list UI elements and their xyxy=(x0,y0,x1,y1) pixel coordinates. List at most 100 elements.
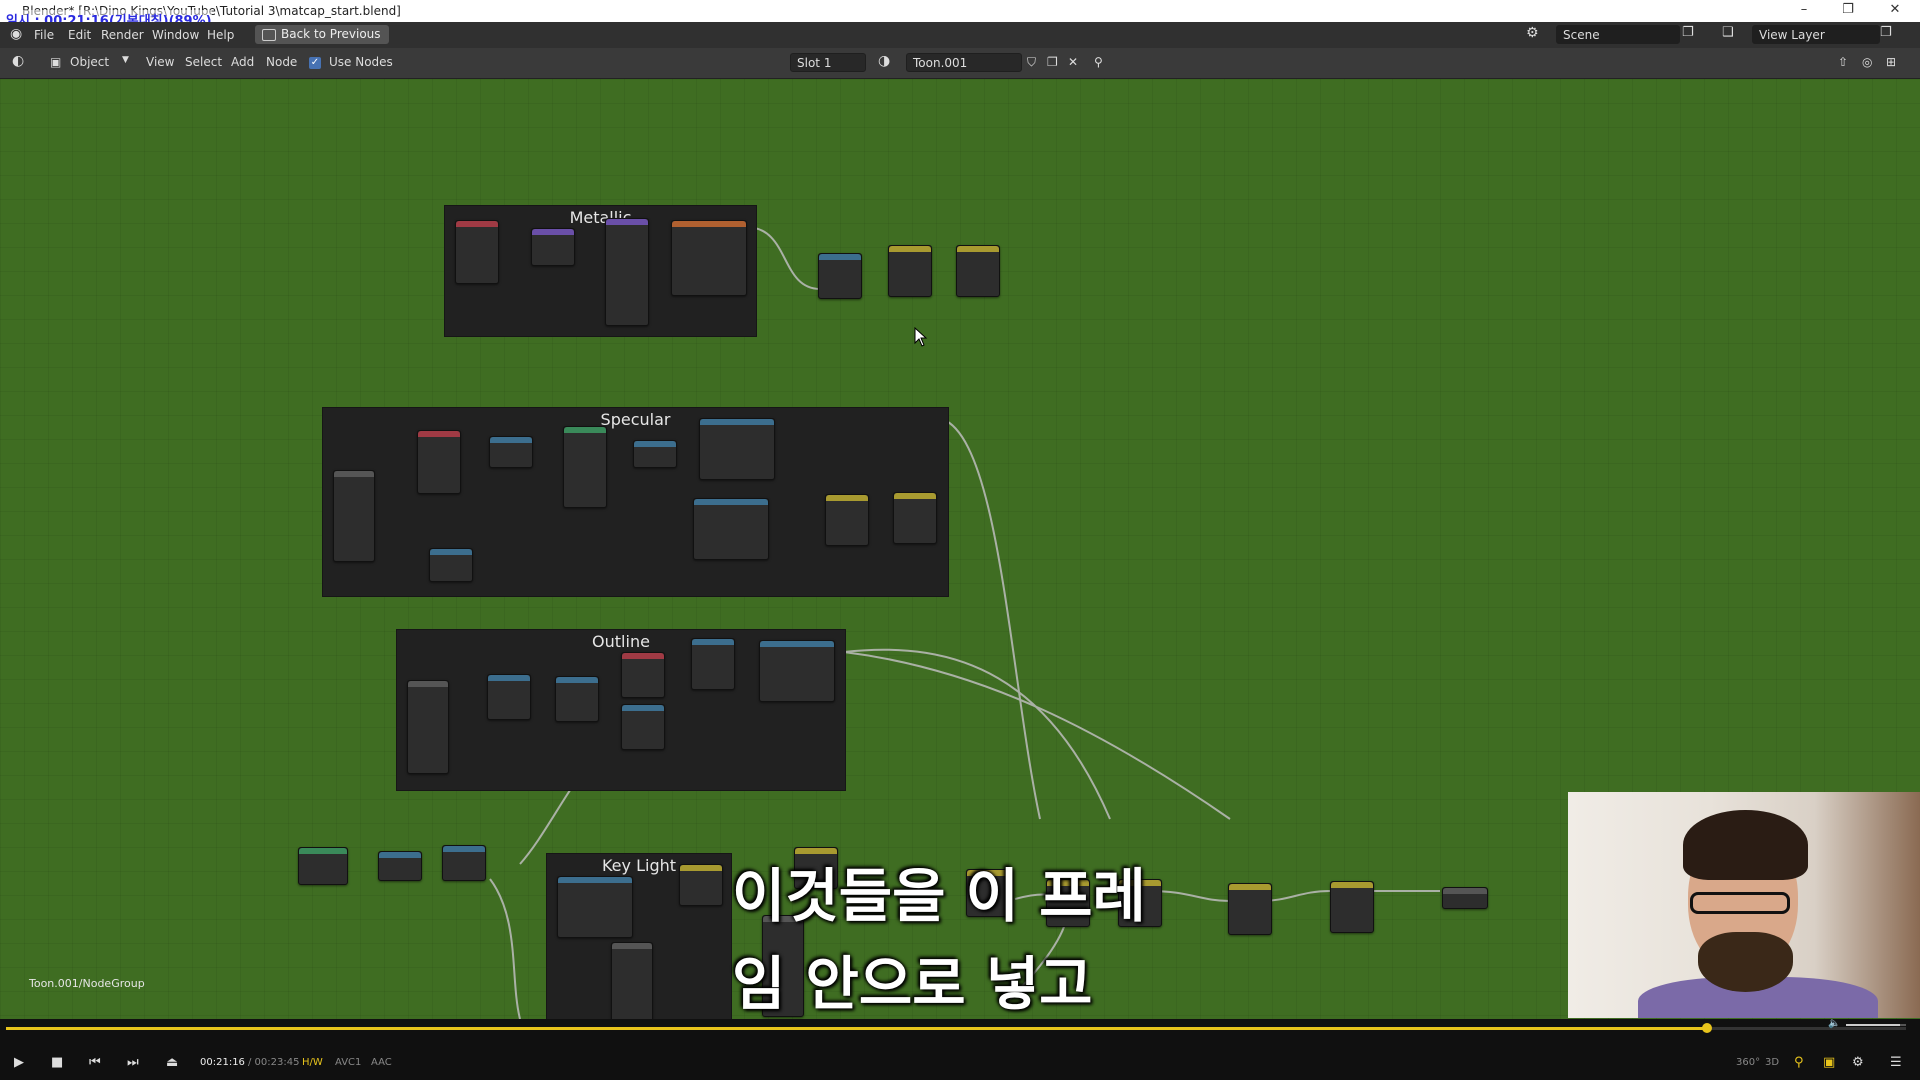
menu-edit[interactable]: Edit xyxy=(68,28,91,42)
back-to-previous-button[interactable]: Back to Previous xyxy=(255,25,389,44)
new-scene-icon[interactable]: ❐ xyxy=(1682,25,1694,40)
menu-node[interactable]: Node xyxy=(266,55,297,69)
unlink-material-icon[interactable]: ✕ xyxy=(1068,55,1078,69)
audio-codec-badge: AAC xyxy=(371,1057,392,1068)
node[interactable] xyxy=(759,640,835,702)
menu-add[interactable]: Add xyxy=(231,55,254,69)
node[interactable] xyxy=(888,245,932,297)
node[interactable] xyxy=(557,876,633,938)
overlay-icon[interactable]: ⊞ xyxy=(1886,55,1896,69)
node[interactable] xyxy=(611,942,653,1019)
fake-user-shield-icon[interactable]: ⛉ xyxy=(1027,55,1036,70)
seek-bar[interactable] xyxy=(6,1023,1906,1033)
view-layer-icon[interactable]: ❑ xyxy=(1722,25,1734,40)
previous-icon[interactable]: ⏮ xyxy=(89,1055,101,1070)
window-titlebar: Blender* [R:\Dino Kings\YouTube\Tutorial… xyxy=(0,0,1920,29)
node[interactable] xyxy=(825,494,869,546)
frame-specular-label: Specular xyxy=(600,410,671,429)
blender-menubar: ◉ File Edit Render Window Help Back to P… xyxy=(0,22,1920,48)
node[interactable] xyxy=(621,704,665,750)
node[interactable] xyxy=(407,680,449,774)
scene-icon[interactable]: ⚙ xyxy=(1526,25,1539,41)
node[interactable] xyxy=(489,436,533,468)
node[interactable] xyxy=(1228,883,1272,935)
pin-icon[interactable]: ⚲ xyxy=(1094,55,1103,69)
restore-button[interactable]: ❐ xyxy=(1838,2,1858,17)
slot-dropdown[interactable]: Slot 1 xyxy=(790,53,866,72)
node[interactable] xyxy=(671,220,747,296)
vr-360-button[interactable]: 360° xyxy=(1736,1057,1760,1068)
volume-level xyxy=(1846,1024,1900,1026)
node[interactable] xyxy=(699,418,775,480)
blender-logo-icon[interactable]: ◉ xyxy=(10,26,22,42)
frame-metallic[interactable]: Metallic xyxy=(444,205,757,337)
minimize-button[interactable]: – xyxy=(1794,2,1814,17)
frame-specular[interactable]: Specular xyxy=(322,407,949,597)
parent-node-tree-icon[interactable]: ⇧ xyxy=(1838,55,1848,69)
node[interactable] xyxy=(417,430,461,494)
view-layer-field[interactable]: View Layer xyxy=(1752,25,1880,44)
stop-icon[interactable]: ■ xyxy=(51,1055,63,1070)
node[interactable] xyxy=(442,845,486,881)
settings-gear-icon[interactable]: ⚙ xyxy=(1852,1055,1864,1070)
node[interactable] xyxy=(679,864,723,906)
new-view-layer-icon[interactable]: ❐ xyxy=(1880,25,1892,40)
node[interactable] xyxy=(333,470,375,562)
menu-select[interactable]: Select xyxy=(185,55,222,69)
frame-icon[interactable]: ▣ xyxy=(1823,1055,1835,1070)
material-browse-icon[interactable]: ◑ xyxy=(878,53,890,69)
snap-icon[interactable]: ◎ xyxy=(1862,55,1872,69)
subtitle-line-1: 이것들을 이 프레 xyxy=(732,862,1146,930)
volume-icon[interactable]: 🔈 xyxy=(1828,1018,1840,1029)
node[interactable] xyxy=(487,674,531,720)
video-player-controls: ▶ ■ ⏮ ⏭ ⏏ 00:21:16 / 00:23:45 H/W AVC1 A… xyxy=(0,1018,1920,1080)
zoom-icon[interactable]: ⚲ xyxy=(1794,1055,1804,1070)
eject-icon[interactable]: ⏏ xyxy=(166,1055,178,1070)
next-icon[interactable]: ⏭ xyxy=(127,1055,139,1070)
node[interactable] xyxy=(1330,881,1374,933)
menu-file[interactable]: File xyxy=(34,28,54,42)
frame-outline[interactable]: Outline xyxy=(396,629,846,791)
menu-render[interactable]: Render xyxy=(101,28,144,42)
menu-help[interactable]: Help xyxy=(207,28,234,42)
menu-view[interactable]: View xyxy=(146,55,174,69)
node[interactable] xyxy=(531,228,575,266)
node[interactable] xyxy=(893,492,937,544)
subtitle-line-2: 임 안으로 넣고 xyxy=(732,950,1093,1018)
close-button[interactable]: ✕ xyxy=(1885,2,1905,17)
menu-icon[interactable]: ☰ xyxy=(1890,1055,1902,1070)
node[interactable] xyxy=(455,220,499,284)
menu-window[interactable]: Window xyxy=(152,28,199,42)
video-codec-badge: AVC1 xyxy=(335,1057,362,1068)
node[interactable] xyxy=(818,253,862,299)
node[interactable] xyxy=(605,218,649,326)
editor-type-icon[interactable]: ◐ xyxy=(12,53,24,69)
mouse-cursor-icon xyxy=(914,327,928,347)
total-time: / 00:23:45 xyxy=(248,1057,300,1068)
node[interactable] xyxy=(563,426,607,508)
object-icon[interactable]: ▣ xyxy=(50,55,61,69)
node[interactable] xyxy=(298,847,348,885)
node[interactable] xyxy=(693,498,769,560)
3d-button[interactable]: 3D xyxy=(1765,1057,1779,1068)
volume-slider[interactable] xyxy=(1846,1024,1906,1026)
seek-handle[interactable] xyxy=(1701,1023,1712,1033)
shader-type-dropdown[interactable]: Object xyxy=(70,55,109,69)
seek-progress xyxy=(6,1027,1707,1030)
node[interactable] xyxy=(555,676,599,722)
node[interactable] xyxy=(691,638,735,690)
material-name-field[interactable]: Toon.001 xyxy=(906,53,1022,72)
group-output-node[interactable] xyxy=(1442,887,1488,909)
duplicate-material-icon[interactable]: ❐ xyxy=(1047,55,1058,69)
use-nodes-checkbox[interactable]: ✓ xyxy=(309,57,321,69)
node[interactable] xyxy=(378,851,422,881)
node[interactable] xyxy=(429,548,473,582)
node[interactable] xyxy=(633,440,677,468)
use-nodes-label: Use Nodes xyxy=(329,55,393,69)
node[interactable] xyxy=(956,245,1000,297)
scene-field[interactable]: Scene xyxy=(1556,25,1680,44)
current-time: 00:21:16 xyxy=(200,1057,245,1068)
frame-key-light[interactable]: Key Light xyxy=(546,853,732,1019)
node[interactable] xyxy=(621,652,665,698)
play-icon[interactable]: ▶ xyxy=(14,1055,24,1070)
